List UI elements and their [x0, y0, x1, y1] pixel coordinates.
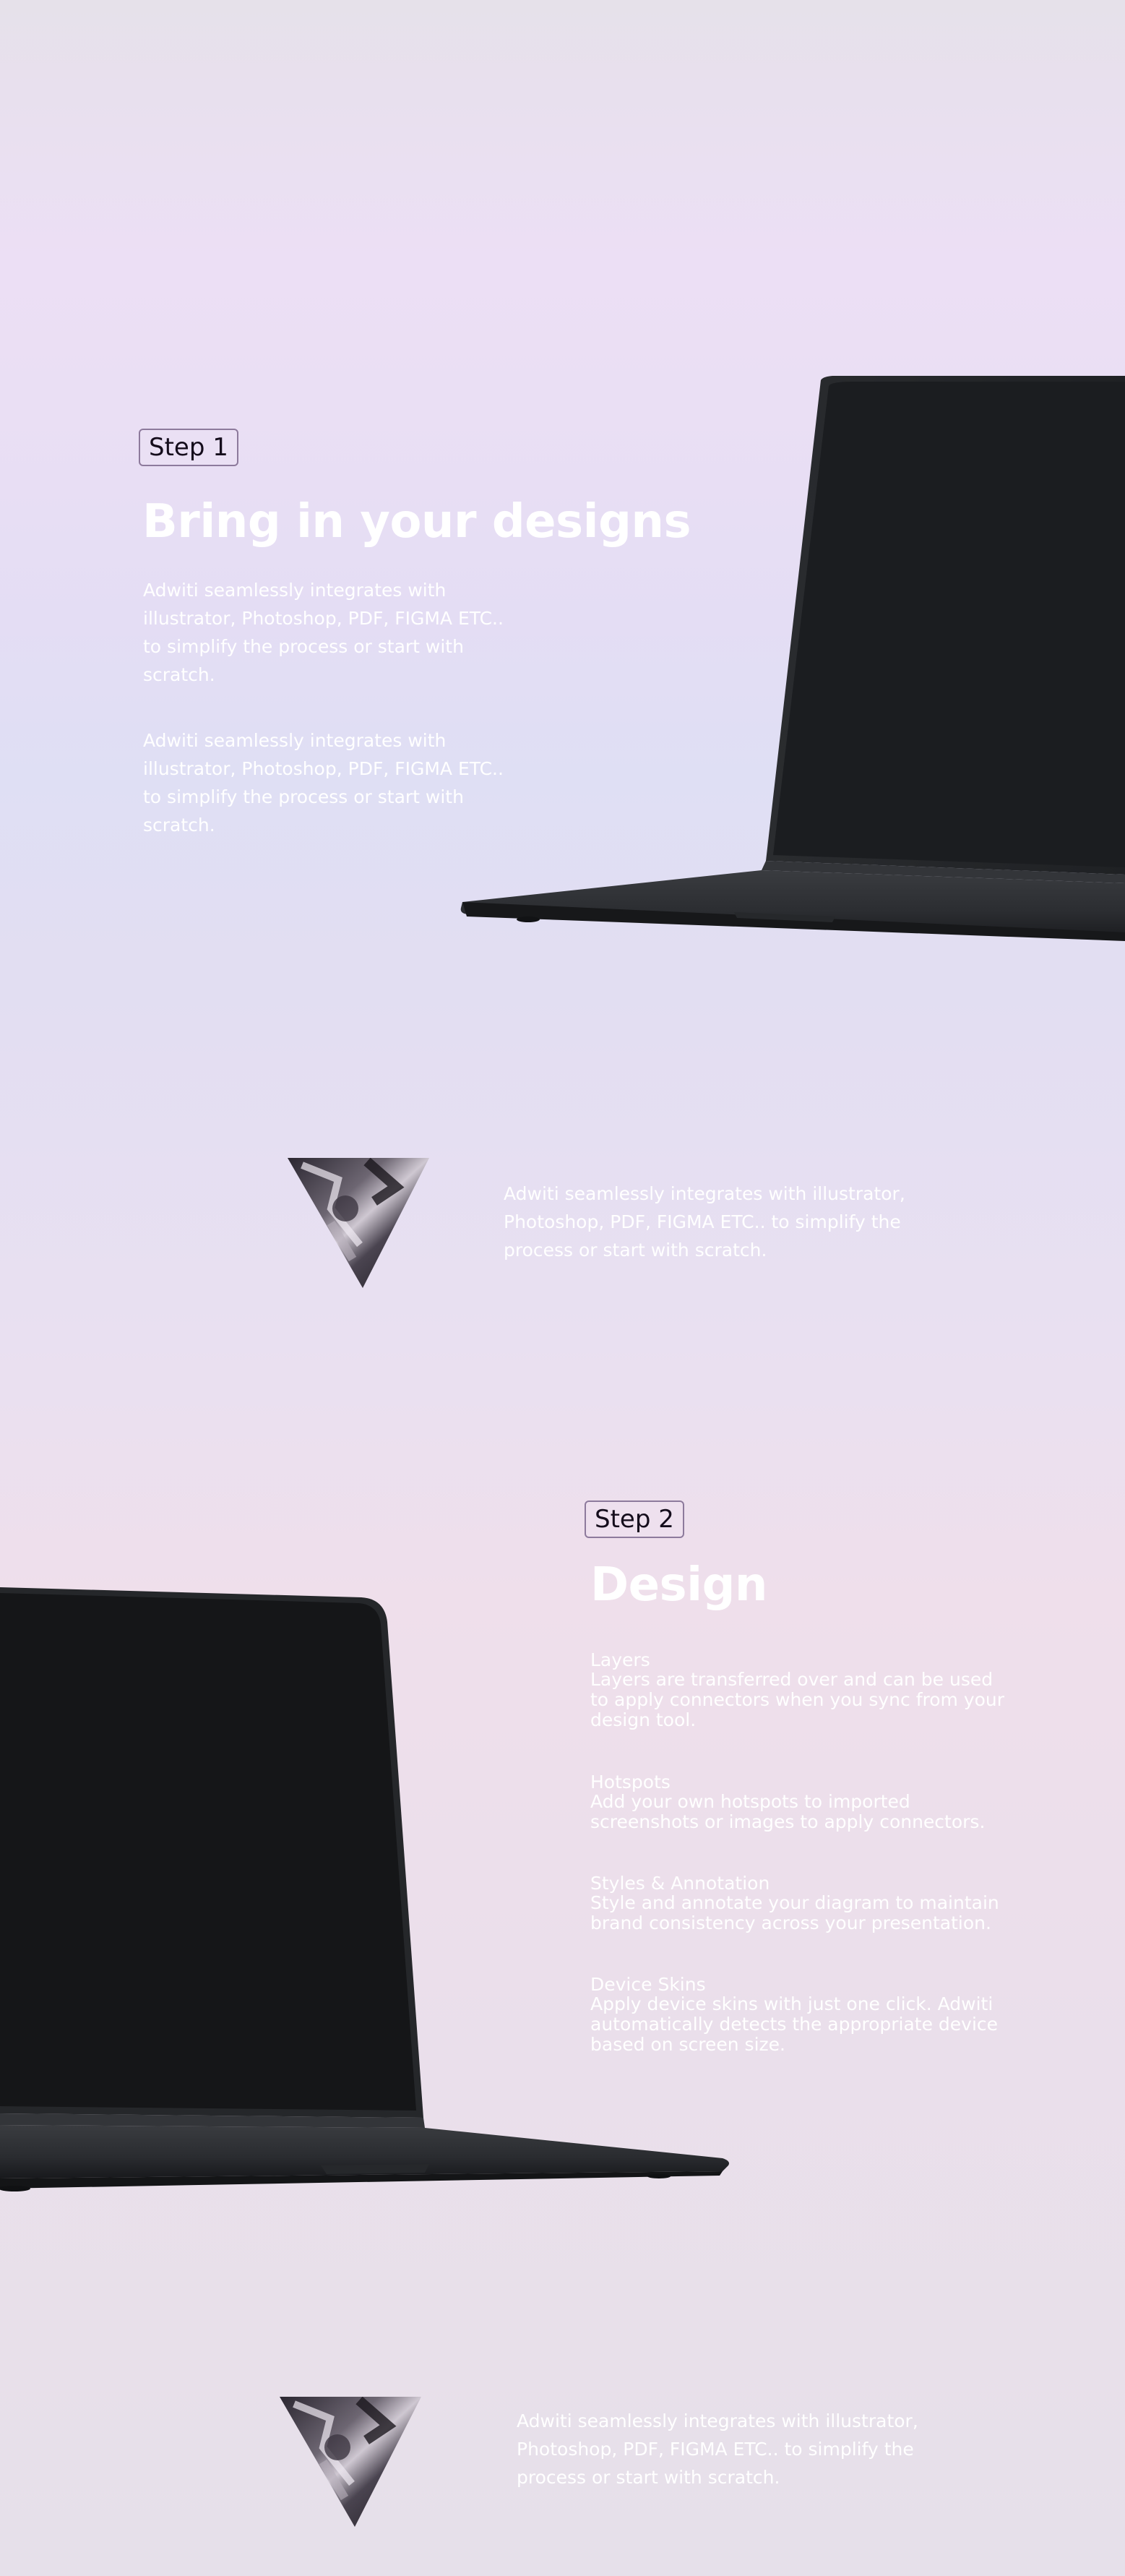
laptop-mockup-right	[460, 376, 1125, 941]
step-1-paragraph-1: Adwiti seamlessly integrates with illust…	[143, 580, 504, 685]
abstract-triangle-image	[280, 2397, 421, 2527]
laptop-mockup-left	[0, 1587, 729, 2191]
step-2-badge: Step 2	[585, 1500, 684, 1538]
step-1-badge: Step 1	[139, 429, 238, 466]
highlight-2-text: Adwiti seamlessly integrates with illust…	[517, 2410, 918, 2488]
abstract-triangle-image	[288, 1158, 429, 1288]
step-1-paragraph-2: Adwiti seamlessly integrates with illust…	[143, 730, 504, 836]
highlight-1-text: Adwiti seamlessly integrates with illust…	[504, 1183, 905, 1261]
